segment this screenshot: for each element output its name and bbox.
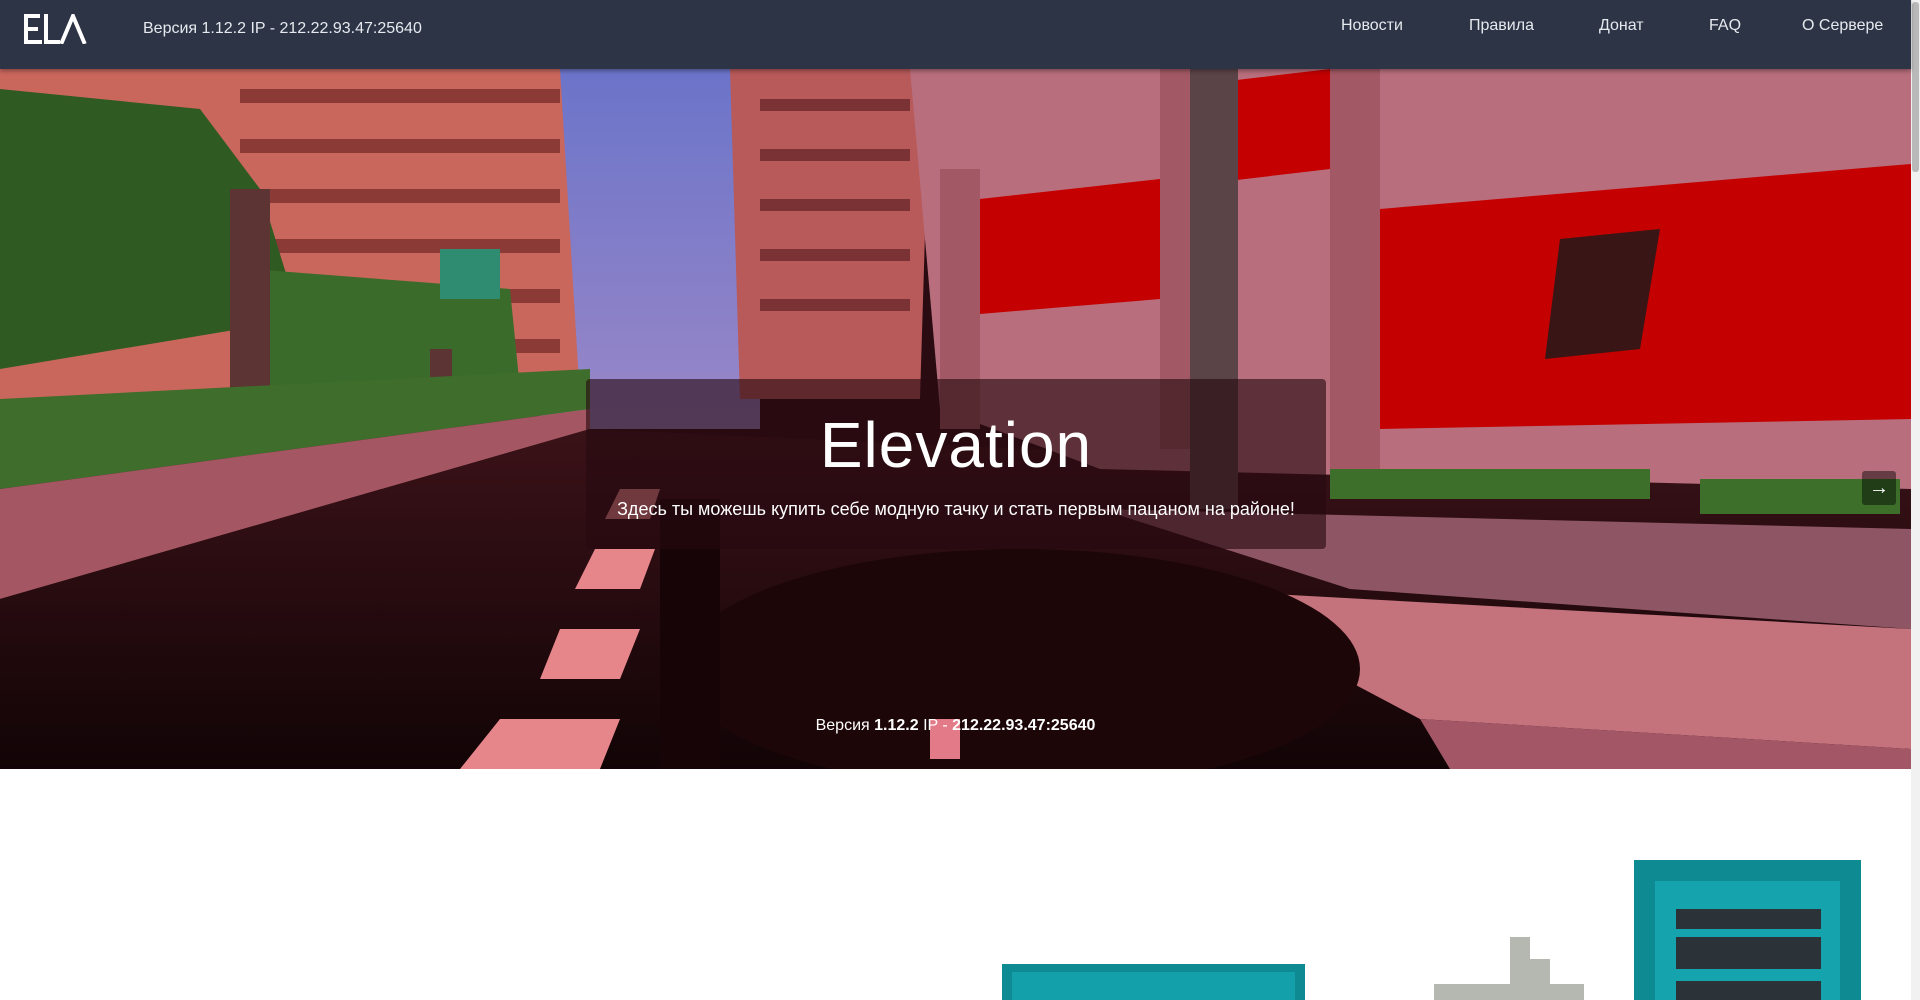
- nav-rules[interactable]: Правила: [1469, 17, 1534, 35]
- nav-faq[interactable]: FAQ: [1709, 17, 1741, 35]
- hero-carousel: Elevation Здесь ты можешь купить себе мо…: [0, 69, 1911, 769]
- scrollbar-thumb[interactable]: [1912, 2, 1919, 172]
- carousel-next-button[interactable]: →: [1862, 471, 1896, 505]
- arrow-right-icon: →: [1869, 477, 1889, 499]
- server-info-text: Версия 1.12.2 IP - 212.22.93.47:25640: [143, 20, 422, 37]
- pixel-art-decoration: [1002, 860, 1861, 1000]
- hero-subtitle: Здесь ты можешь купить себе модную тачку…: [617, 499, 1295, 519]
- version-value: 1.12.2: [874, 717, 919, 734]
- hero-server-info: Версия 1.12.2 IP - 212.22.93.47:25640: [0, 717, 1911, 735]
- nav-donate[interactable]: Донат: [1599, 17, 1644, 35]
- content-section: [0, 769, 1911, 1000]
- ip-value: 212.22.93.47:25640: [952, 717, 1096, 734]
- ip-label: IP -: [923, 717, 948, 734]
- top-navbar: Версия 1.12.2 IP - 212.22.93.47:25640 Но…: [0, 0, 1911, 69]
- hero-title: Elevation: [819, 409, 1093, 481]
- nav-news[interactable]: Новости: [1341, 17, 1403, 35]
- version-label: Версия: [815, 717, 870, 734]
- nav-about-server[interactable]: О Сервере: [1802, 17, 1883, 35]
- logo-icon[interactable]: [24, 14, 88, 44]
- hero-caption: Elevation Здесь ты можешь купить себе мо…: [586, 379, 1326, 549]
